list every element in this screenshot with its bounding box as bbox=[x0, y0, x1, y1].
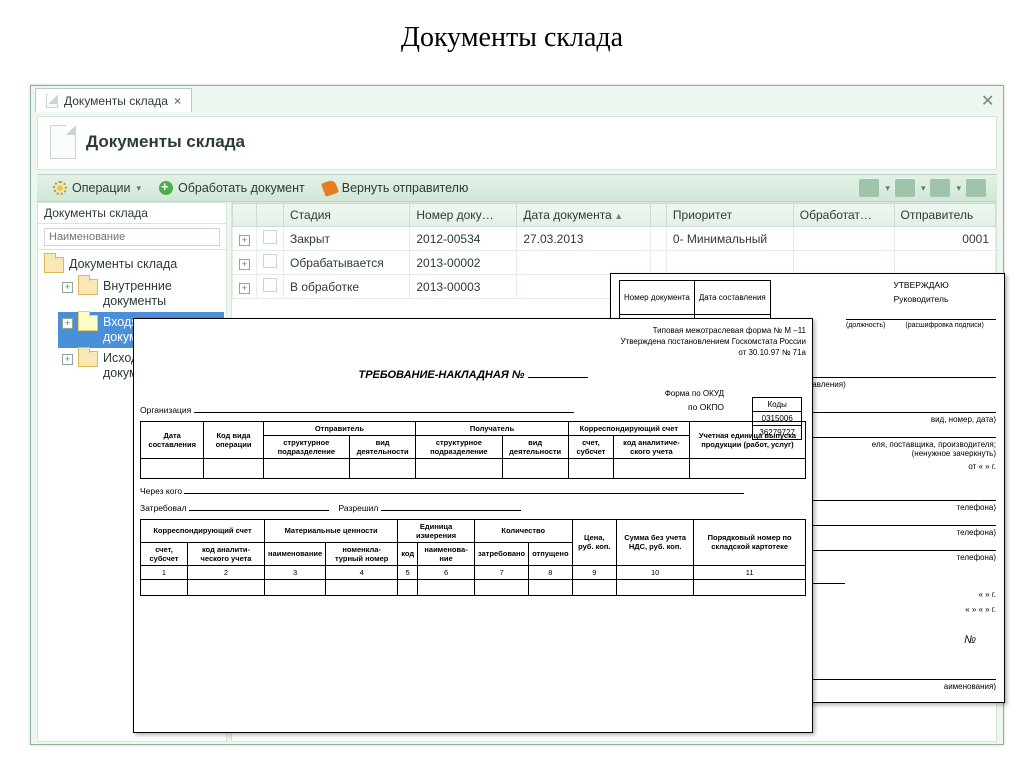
req-meta: Типовая межотраслевая форма № М –11 Утве… bbox=[140, 325, 806, 359]
expand-icon[interactable]: + bbox=[62, 318, 73, 329]
tool-3-icon[interactable] bbox=[930, 179, 950, 197]
table-2: Корреспондирующий счет Материальные ценн… bbox=[140, 519, 806, 596]
process-label: Обработать документ bbox=[178, 181, 305, 195]
process-button[interactable]: Обработать документ bbox=[151, 179, 313, 197]
header: Документы склада bbox=[37, 116, 997, 170]
operations-label: Операции bbox=[72, 181, 130, 195]
header-title: Документы склада bbox=[86, 132, 245, 152]
col-stage[interactable]: Стадия bbox=[284, 204, 410, 227]
req-title: ТРЕБОВАНИЕ-НАКЛАДНАЯ № bbox=[140, 367, 806, 381]
col-priority[interactable]: Приоритет bbox=[666, 204, 793, 227]
operations-button[interactable]: Операции ▾ bbox=[45, 179, 149, 197]
table-row[interactable]: + Обрабатывается2013-00002 bbox=[233, 251, 996, 275]
tree-root[interactable]: Документы склада bbox=[40, 254, 224, 276]
gear-icon bbox=[53, 181, 67, 195]
return-button[interactable]: Вернуть отправителю bbox=[315, 179, 477, 197]
page-title: Документы склада bbox=[0, 0, 1024, 54]
col-processed[interactable]: Обработат… bbox=[793, 204, 894, 227]
tree-label: Внутренние документы bbox=[103, 279, 220, 309]
col-flag[interactable] bbox=[650, 204, 666, 227]
col-sender[interactable]: Отправитель bbox=[894, 204, 995, 227]
col-num[interactable]: Номер доку… bbox=[410, 204, 517, 227]
col-icon[interactable] bbox=[257, 204, 284, 227]
tree-internal[interactable]: + Внутренние документы bbox=[58, 276, 224, 312]
chevron-down-icon: ▾ bbox=[136, 183, 141, 194]
expand-icon[interactable]: + bbox=[62, 354, 73, 365]
tool-4-icon[interactable] bbox=[966, 179, 986, 197]
col-expand[interactable] bbox=[233, 204, 257, 227]
akt-head: Руководитель bbox=[846, 294, 996, 304]
toolbar: Операции ▾ Обработать документ Вернуть о… bbox=[37, 174, 997, 202]
tab-documents[interactable]: Документы склада × bbox=[35, 88, 192, 112]
tool-2-icon[interactable] bbox=[895, 179, 915, 197]
return-label: Вернуть отправителю bbox=[342, 181, 469, 195]
table-row[interactable]: + Закрыт2012-0053427.03.20130- Минимальн… bbox=[233, 227, 996, 251]
tab-label: Документы склада bbox=[64, 94, 168, 108]
file-icon bbox=[46, 94, 58, 108]
sidebar-filter bbox=[38, 224, 226, 250]
filter-input[interactable] bbox=[44, 228, 220, 246]
tab-close-icon[interactable]: × bbox=[174, 94, 181, 108]
return-icon bbox=[321, 179, 339, 197]
col-date[interactable]: Дата документа bbox=[517, 204, 651, 227]
folder-icon bbox=[44, 257, 64, 273]
akt-approve: УТВЕРЖДАЮ bbox=[846, 280, 996, 290]
code-box: Коды 0315006 36279727 bbox=[752, 397, 802, 440]
window-close-icon[interactable]: ✕ bbox=[981, 91, 997, 107]
tree-root-label: Документы склада bbox=[69, 257, 177, 272]
folder-icon bbox=[78, 279, 98, 295]
table-1: Дата составления Код вида операции Отпра… bbox=[140, 421, 806, 479]
tool-1-icon[interactable] bbox=[859, 179, 879, 197]
expand-icon[interactable]: + bbox=[62, 282, 73, 293]
tab-bar: Документы склада × ✕ bbox=[31, 86, 1003, 112]
folder-icon bbox=[78, 315, 98, 331]
requirement-document: Типовая межотраслевая форма № М –11 Утве… bbox=[133, 318, 813, 733]
folder-icon bbox=[78, 351, 98, 367]
sidebar-title: Документы склада bbox=[38, 203, 226, 224]
file-icon bbox=[50, 125, 76, 159]
add-icon bbox=[159, 181, 173, 195]
